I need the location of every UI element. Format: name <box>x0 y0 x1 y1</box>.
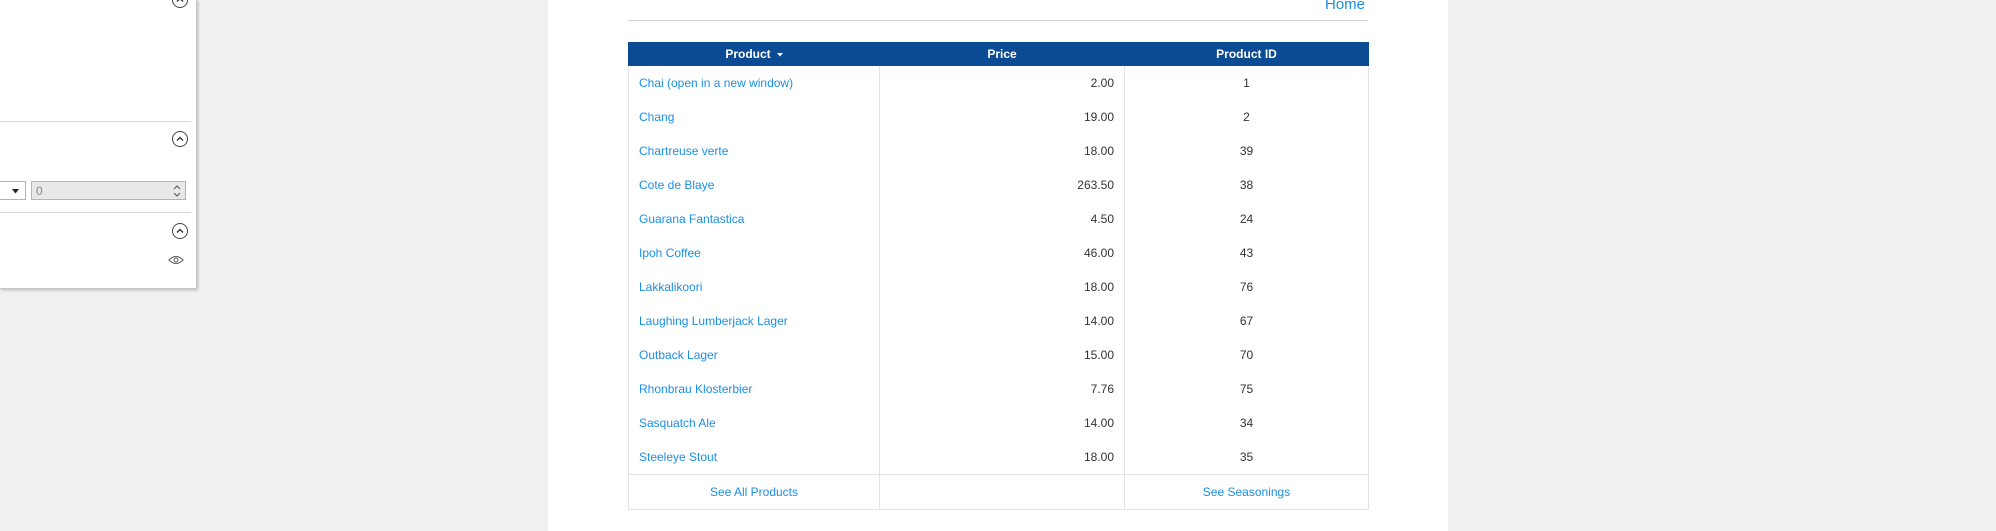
price-cell: 4.50 <box>879 202 1125 236</box>
grid-header-row: Product Price Product ID <box>628 42 1369 66</box>
number-input-value: 0 <box>36 184 43 198</box>
product-link[interactable]: Steeleye Stout <box>639 450 717 464</box>
number-input[interactable]: 0 <box>31 181 186 200</box>
product-link[interactable]: Cote de Blaye <box>639 178 714 192</box>
price-cell: 19.00 <box>879 100 1125 134</box>
chevron-up-icon <box>176 228 184 233</box>
product-id-cell: 34 <box>1124 406 1369 440</box>
product-cell: Cote de Blaye <box>628 168 880 202</box>
product-cell: Steeleye Stout <box>628 440 880 475</box>
dropdown-select[interactable] <box>0 181 26 200</box>
grid-footer-row: See All Products See Seasonings <box>628 474 1369 510</box>
product-id-cell: 70 <box>1124 338 1369 372</box>
product-id-cell: 1 <box>1124 65 1369 100</box>
product-link[interactable]: Lakkalikoori <box>639 280 702 294</box>
table-row: Ipoh Coffee 46.00 43 <box>628 236 1369 270</box>
product-id-cell: 67 <box>1124 304 1369 338</box>
product-link[interactable]: Sasquatch Ale <box>639 416 716 430</box>
column-header-product-id[interactable]: Product ID <box>1124 42 1369 66</box>
product-link[interactable]: Ipoh Coffee <box>639 246 701 260</box>
price-cell: 263.50 <box>879 168 1125 202</box>
table-row: Lakkalikoori 18.00 76 <box>628 270 1369 304</box>
see-all-products-link[interactable]: See All Products <box>710 485 798 499</box>
table-row: Guarana Fantastica 4.50 24 <box>628 202 1369 236</box>
product-link[interactable]: Rhonbrau Klosterbier <box>639 382 752 396</box>
home-link[interactable]: Home <box>1325 0 1365 13</box>
collapse-section-button[interactable] <box>172 223 188 239</box>
caret-down-icon <box>12 189 19 194</box>
product-id-cell: 24 <box>1124 202 1369 236</box>
collapse-top-button[interactable] <box>172 0 188 8</box>
table-row: Laughing Lumberjack Lager 14.00 67 <box>628 304 1369 338</box>
product-id-cell: 43 <box>1124 236 1369 270</box>
product-cell: Chai (open in a new window) <box>628 65 880 100</box>
table-row: Chang 19.00 2 <box>628 100 1369 134</box>
product-cell: Laughing Lumberjack Lager <box>628 304 880 338</box>
side-panel: 0 <box>0 0 197 289</box>
header-rule <box>628 20 1368 21</box>
price-cell: 18.00 <box>879 134 1125 168</box>
price-cell: 46.00 <box>879 236 1125 270</box>
panel-divider <box>0 121 191 122</box>
price-cell: 18.00 <box>879 270 1125 304</box>
main-content: Home Product Price Product ID Chai (open… <box>548 0 1448 531</box>
product-id-cell: 39 <box>1124 134 1369 168</box>
product-id-cell: 2 <box>1124 100 1369 134</box>
chevron-up-icon <box>176 0 184 2</box>
product-cell: Ipoh Coffee <box>628 236 880 270</box>
table-row: Outback Lager 15.00 70 <box>628 338 1369 372</box>
table-row: Rhonbrau Klosterbier 7.76 75 <box>628 372 1369 406</box>
price-cell: 14.00 <box>879 304 1125 338</box>
product-cell: Outback Lager <box>628 338 880 372</box>
column-header-price[interactable]: Price <box>879 42 1125 66</box>
price-cell: 7.76 <box>879 372 1125 406</box>
table-row: Sasquatch Ale 14.00 34 <box>628 406 1369 440</box>
footer-cell: See All Products <box>628 474 880 510</box>
column-header-label: Product <box>725 47 771 61</box>
product-link[interactable]: Laughing Lumberjack Lager <box>639 314 788 328</box>
product-link[interactable]: Chartreuse verte <box>639 144 728 158</box>
products-grid: Product Price Product ID Chai (open in a… <box>628 42 1369 510</box>
product-cell: Chang <box>628 100 880 134</box>
table-row: Steeleye Stout 18.00 35 <box>628 440 1369 475</box>
product-id-cell: 76 <box>1124 270 1369 304</box>
footer-cell: See Seasonings <box>1124 474 1369 510</box>
price-cell: 2.00 <box>879 65 1125 100</box>
collapse-section-button[interactable] <box>172 131 188 147</box>
product-link[interactable]: Outback Lager <box>639 348 718 362</box>
table-row: Chartreuse verte 18.00 39 <box>628 134 1369 168</box>
chevron-up-icon <box>176 136 184 141</box>
panel-divider <box>0 212 191 213</box>
product-id-cell: 35 <box>1124 440 1369 475</box>
product-cell: Guarana Fantastica <box>628 202 880 236</box>
price-cell: 14.00 <box>879 406 1125 440</box>
product-cell: Rhonbrau Klosterbier <box>628 372 880 406</box>
product-link[interactable]: Chang <box>639 110 674 124</box>
product-cell: Chartreuse verte <box>628 134 880 168</box>
product-id-cell: 75 <box>1124 372 1369 406</box>
see-seasonings-link[interactable]: See Seasonings <box>1203 485 1290 499</box>
product-link[interactable]: Chai (open in a new window) <box>639 76 793 90</box>
spinner-arrows-icon[interactable] <box>173 184 181 198</box>
product-cell: Sasquatch Ale <box>628 406 880 440</box>
product-link[interactable]: Guarana Fantastica <box>639 212 744 226</box>
eye-icon[interactable] <box>168 255 184 265</box>
sort-descending-icon <box>776 52 783 57</box>
product-cell: Lakkalikoori <box>628 270 880 304</box>
price-cell: 15.00 <box>879 338 1125 372</box>
footer-cell <box>879 474 1125 510</box>
column-header-product[interactable]: Product <box>628 42 880 66</box>
table-row: Cote de Blaye 263.50 38 <box>628 168 1369 202</box>
price-cell: 18.00 <box>879 440 1125 475</box>
product-id-cell: 38 <box>1124 168 1369 202</box>
table-row: Chai (open in a new window) 2.00 1 <box>628 65 1369 100</box>
